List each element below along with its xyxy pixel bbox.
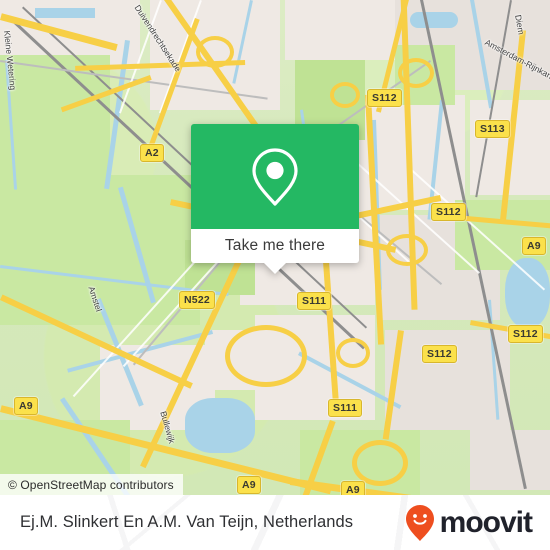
map-road-shield: A9: [14, 397, 38, 415]
map-water-body: [35, 8, 95, 18]
callout-pointer: [263, 262, 287, 274]
page-title: Ej.M. Slinkert En A.M. Van Teijn, Nether…: [20, 513, 354, 531]
page-footer: Ej.M. Slinkert En A.M. Van Teijn, Nether…: [0, 495, 550, 550]
map-landuse-urban: [285, 0, 405, 60]
map-water-body: [185, 398, 255, 453]
moovit-logo[interactable]: moovit: [405, 504, 533, 542]
map-road-shield: A9: [237, 476, 261, 494]
map-road-shield: S111: [328, 399, 363, 417]
map-road-shield: A9: [522, 237, 546, 255]
moovit-smiley-pin-icon: [405, 504, 434, 541]
map-destination-callout[interactable]: Take me there: [191, 124, 359, 274]
map-interchange-loop: [196, 36, 234, 68]
map-interchange-loop: [330, 82, 360, 108]
map-road-shield: S112: [431, 203, 466, 221]
map-road-shield: S112: [508, 325, 543, 343]
take-me-there-button[interactable]: Take me there: [191, 229, 359, 263]
map-road-shield: A2: [140, 144, 164, 162]
map-attribution[interactable]: © OpenStreetMap contributors: [0, 474, 183, 495]
map-interchange-loop: [225, 325, 307, 387]
map-road-shield: S113: [475, 120, 510, 138]
map-landuse-urban: [470, 430, 550, 490]
app-screen: Kleine Wetering Duivendrechtsekade Amstel B…: [0, 0, 550, 550]
map-water-body: [410, 12, 458, 28]
map-road-shield: N522: [179, 291, 215, 309]
map-interchange-loop: [398, 58, 434, 88]
map-road-shield: A9: [341, 481, 365, 495]
map-road-shield: S112: [367, 89, 402, 107]
map-road-shield: S112: [422, 345, 457, 363]
take-me-there-label: Take me there: [224, 237, 326, 254]
attribution-text: © OpenStreetMap contributors: [8, 477, 174, 492]
map-water-body: [505, 258, 550, 328]
map-interchange-loop: [352, 440, 408, 486]
map-pin-icon: [252, 147, 298, 206]
moovit-wordmark: moovit: [439, 505, 533, 539]
callout-icon-area: [191, 124, 359, 229]
map-interchange-loop: [336, 338, 370, 368]
map-interchange-loop: [386, 234, 428, 266]
map-road-shield: S111: [297, 292, 332, 310]
